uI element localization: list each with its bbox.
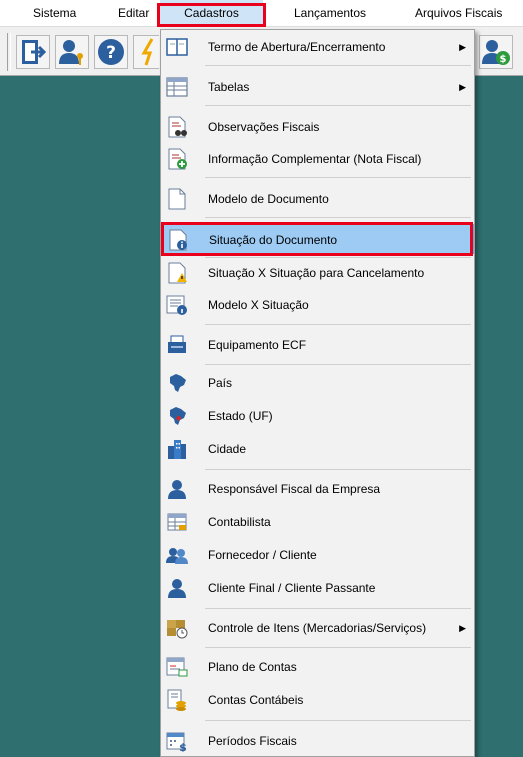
menu-separator — [205, 720, 471, 721]
calendar-money-icon: $ — [166, 732, 187, 752]
menu-separator — [205, 647, 471, 648]
toolbar-grip — [7, 33, 11, 71]
menu-sistema[interactable]: Sistema — [33, 0, 76, 26]
menu-item-equipamento-ecf[interactable]: Equipamento ECF — [161, 330, 474, 360]
menu-item-label: Tabelas — [208, 80, 250, 94]
accounts-coins-icon — [167, 689, 186, 711]
submenu-arrow-icon: ▶ — [459, 42, 466, 52]
chart-of-accounts-icon — [166, 657, 188, 677]
menu-item-label: Controle de Itens (Mercadorias/Serviços) — [208, 621, 427, 635]
document-add-icon — [168, 148, 187, 170]
menu-item-label: Períodos Fiscais — [208, 734, 297, 748]
user-icon — [168, 579, 186, 598]
menu-item-informacao-complementar[interactable]: Informação Complementar (Nota Fiscal) — [161, 144, 474, 174]
menu-item-label: Observações Fiscais — [208, 120, 320, 134]
menu-item-cidade[interactable]: Cidade — [161, 434, 474, 464]
list-info-icon — [166, 295, 187, 315]
menu-separator — [205, 324, 471, 325]
menu-item-label: Cidade — [208, 442, 247, 456]
user-key-icon — [59, 40, 83, 65]
menu-item-label: Modelo de Documento — [208, 192, 329, 206]
menu-separator — [205, 105, 471, 106]
menu-item-cliente-final[interactable]: Cliente Final / Cliente Passante — [161, 573, 474, 603]
menu-editar[interactable]: Editar — [118, 0, 149, 26]
svg-text:$: $ — [500, 54, 507, 65]
menu-lancamentos[interactable]: Lançamentos — [294, 0, 366, 26]
help-icon: ? — [98, 39, 124, 65]
menu-separator — [205, 608, 471, 609]
menu-item-situacao-cancelamento[interactable]: Situação X Situação para Cancelamento — [161, 258, 474, 288]
lightning-button[interactable] — [133, 35, 159, 69]
user-icon — [168, 480, 186, 499]
menu-item-tabelas[interactable]: Tabelas ▶ — [161, 72, 474, 102]
book-icon — [166, 38, 188, 56]
menu-item-contabilista[interactable]: Contabilista — [161, 507, 474, 537]
printer-icon — [168, 335, 186, 353]
menu-item-plano-contas[interactable]: Plano de Contas — [161, 652, 474, 682]
lightning-icon — [141, 38, 154, 66]
city-buildings-icon — [168, 440, 186, 459]
highlight-cadastros — [157, 3, 266, 27]
menu-item-label: Contas Contábeis — [208, 693, 304, 707]
svg-text:$: $ — [179, 741, 187, 752]
cadastros-dropdown: Termo de Abertura/Encerramento ▶ Tabelas… — [160, 29, 475, 757]
table-icon — [166, 77, 188, 97]
menu-item-label: Contabilista — [208, 515, 271, 529]
brazil-state-map-icon — [170, 407, 186, 425]
menu-item-modelo-documento[interactable]: Modelo de Documento — [161, 184, 474, 214]
user-key-button[interactable] — [55, 35, 89, 69]
users-icon — [166, 548, 188, 564]
menu-item-label: Estado (UF) — [208, 409, 273, 423]
menu-item-observacoes-fiscais[interactable]: Observações Fiscais — [161, 112, 474, 142]
menu-item-responsavel-fiscal[interactable]: Responsável Fiscal da Empresa — [161, 474, 474, 504]
menu-item-label: País — [208, 376, 233, 390]
menu-separator — [205, 177, 471, 178]
menu-separator — [205, 65, 471, 66]
submenu-arrow-icon: ▶ — [459, 82, 466, 92]
menu-item-label: Plano de Contas — [208, 660, 297, 674]
menu-item-fornecedor-cliente[interactable]: Fornecedor / Cliente — [161, 540, 474, 570]
menu-item-label: Modelo X Situação — [208, 298, 309, 312]
menu-item-label: Equipamento ECF — [208, 338, 307, 352]
user-money-icon: $ — [482, 40, 510, 65]
brazil-map-icon — [170, 374, 186, 392]
menu-item-controle-itens[interactable]: Controle de Itens (Mercadorias/Serviços)… — [161, 613, 474, 643]
menu-item-termo-abertura[interactable]: Termo de Abertura/Encerramento ▶ — [161, 32, 474, 62]
help-button[interactable]: ? — [94, 35, 128, 69]
document-binoculars-icon — [168, 116, 187, 138]
svg-text:?: ? — [106, 43, 116, 63]
user-money-button[interactable]: $ — [479, 35, 513, 69]
menu-separator — [205, 364, 471, 365]
menu-item-pais[interactable]: País — [161, 368, 474, 398]
menu-item-contas-contabeis[interactable]: Contas Contábeis — [161, 685, 474, 715]
ledger-icon — [167, 513, 187, 531]
menu-separator — [205, 217, 471, 218]
exit-door-icon — [22, 40, 47, 64]
menu-arquivos-fiscais[interactable]: Arquivos Fiscais — [415, 0, 502, 26]
boxes-clock-icon — [167, 620, 188, 639]
exit-button[interactable] — [16, 35, 50, 69]
menu-separator — [205, 469, 471, 470]
blank-document-icon — [168, 188, 186, 210]
menu-item-label: Responsável Fiscal da Empresa — [208, 482, 381, 496]
menu-item-label: Fornecedor / Cliente — [208, 548, 317, 562]
menu-item-estado[interactable]: Estado (UF) — [161, 401, 474, 431]
menu-item-label: Situação X Situação para Cancelamento — [208, 266, 425, 280]
menu-item-label: Termo de Abertura/Encerramento — [208, 40, 386, 54]
submenu-arrow-icon: ▶ — [459, 623, 466, 633]
menu-item-label: Cliente Final / Cliente Passante — [208, 581, 376, 595]
highlight-situacao-documento — [161, 222, 473, 256]
menu-item-periodos-fiscais[interactable]: $ Períodos Fiscais — [161, 726, 474, 756]
document-warning-icon — [168, 262, 187, 284]
menu-item-modelo-situacao[interactable]: Modelo X Situação — [161, 290, 474, 320]
menu-item-label: Informação Complementar (Nota Fiscal) — [208, 152, 422, 166]
